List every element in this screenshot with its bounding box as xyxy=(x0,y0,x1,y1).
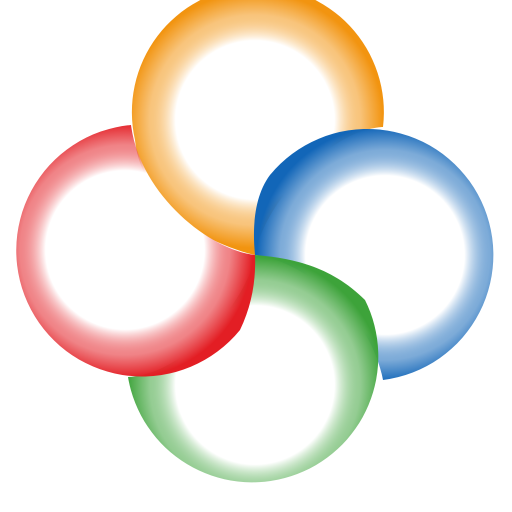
four-color-swirl-logo-icon xyxy=(16,0,494,483)
logo-container xyxy=(0,0,512,512)
